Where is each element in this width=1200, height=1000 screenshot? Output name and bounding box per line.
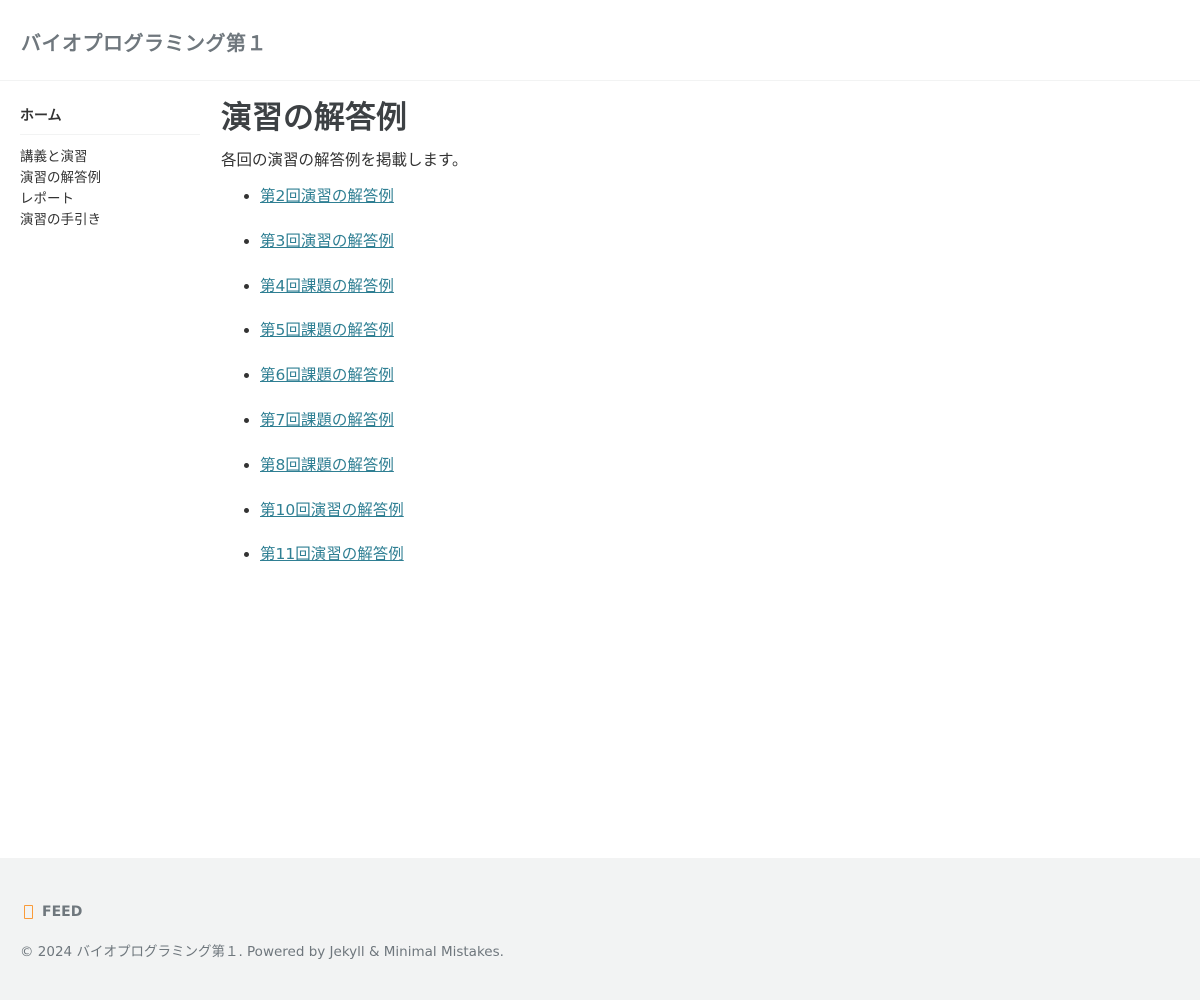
answer-link[interactable]: 第4回課題の解答例: [260, 277, 394, 295]
feed-link[interactable]: FEED: [24, 904, 82, 920]
sidebar-item-guide[interactable]: 演習の手引き: [20, 210, 200, 231]
list-item: 第3回演習の解答例: [260, 229, 1161, 274]
list-item: 第10回演習の解答例: [260, 498, 1161, 543]
intro-text: 各回の演習の解答例を掲載します。: [221, 151, 468, 169]
answer-link[interactable]: 第6回課題の解答例: [260, 366, 394, 384]
answer-link[interactable]: 第10回演習の解答例: [260, 501, 404, 519]
sidebar-menu: 講義と演習 演習の解答例 レポート 演習の手引き: [20, 147, 200, 231]
list-item: 第4回課題の解答例: [260, 274, 1161, 319]
answer-link[interactable]: 第11回演習の解答例: [260, 545, 404, 563]
site-title-link[interactable]: バイオプログラミング第１: [21, 27, 267, 56]
masthead: バイオプログラミング第１: [0, 0, 1200, 81]
list-item: 第6回課題の解答例: [260, 363, 1161, 408]
page-title: 演習の解答例: [221, 100, 407, 136]
answer-link[interactable]: 第3回演習の解答例: [260, 232, 394, 250]
copyright-text: © 2024 バイオプログラミング第１. Powered by Jekyll &…: [20, 944, 504, 960]
answer-link[interactable]: 第2回演習の解答例: [260, 187, 394, 205]
list-item: 第8回課題の解答例: [260, 453, 1161, 498]
list-item: 第11回演習の解答例: [260, 542, 1161, 587]
sidebar-item-lectures[interactable]: 講義と演習: [20, 147, 200, 168]
list-item: 第5回課題の解答例: [260, 318, 1161, 363]
answer-link[interactable]: 第5回課題の解答例: [260, 321, 394, 339]
answer-link[interactable]: 第7回課題の解答例: [260, 411, 394, 429]
sidebar-title-home[interactable]: ホーム: [20, 106, 200, 135]
sidebar-item-answers[interactable]: 演習の解答例: [20, 168, 200, 189]
main-content: 演習の解答例 各回の演習の解答例を掲載します。 第2回演習の解答例 第3回演習の…: [221, 96, 1161, 587]
list-item: 第2回演習の解答例: [260, 184, 1161, 229]
list-item: 第7回課題の解答例: [260, 408, 1161, 453]
page-footer: [0, 858, 1200, 1000]
rss-icon: [24, 905, 33, 919]
sidebar-nav: ホーム 講義と演習 演習の解答例 レポート 演習の手引き: [20, 106, 200, 231]
answer-link[interactable]: 第8回課題の解答例: [260, 456, 394, 474]
feed-label: FEED: [42, 904, 83, 920]
sidebar-item-reports[interactable]: レポート: [20, 189, 200, 210]
answer-list: 第2回演習の解答例 第3回演習の解答例 第4回課題の解答例 第5回課題の解答例 …: [221, 184, 1161, 587]
